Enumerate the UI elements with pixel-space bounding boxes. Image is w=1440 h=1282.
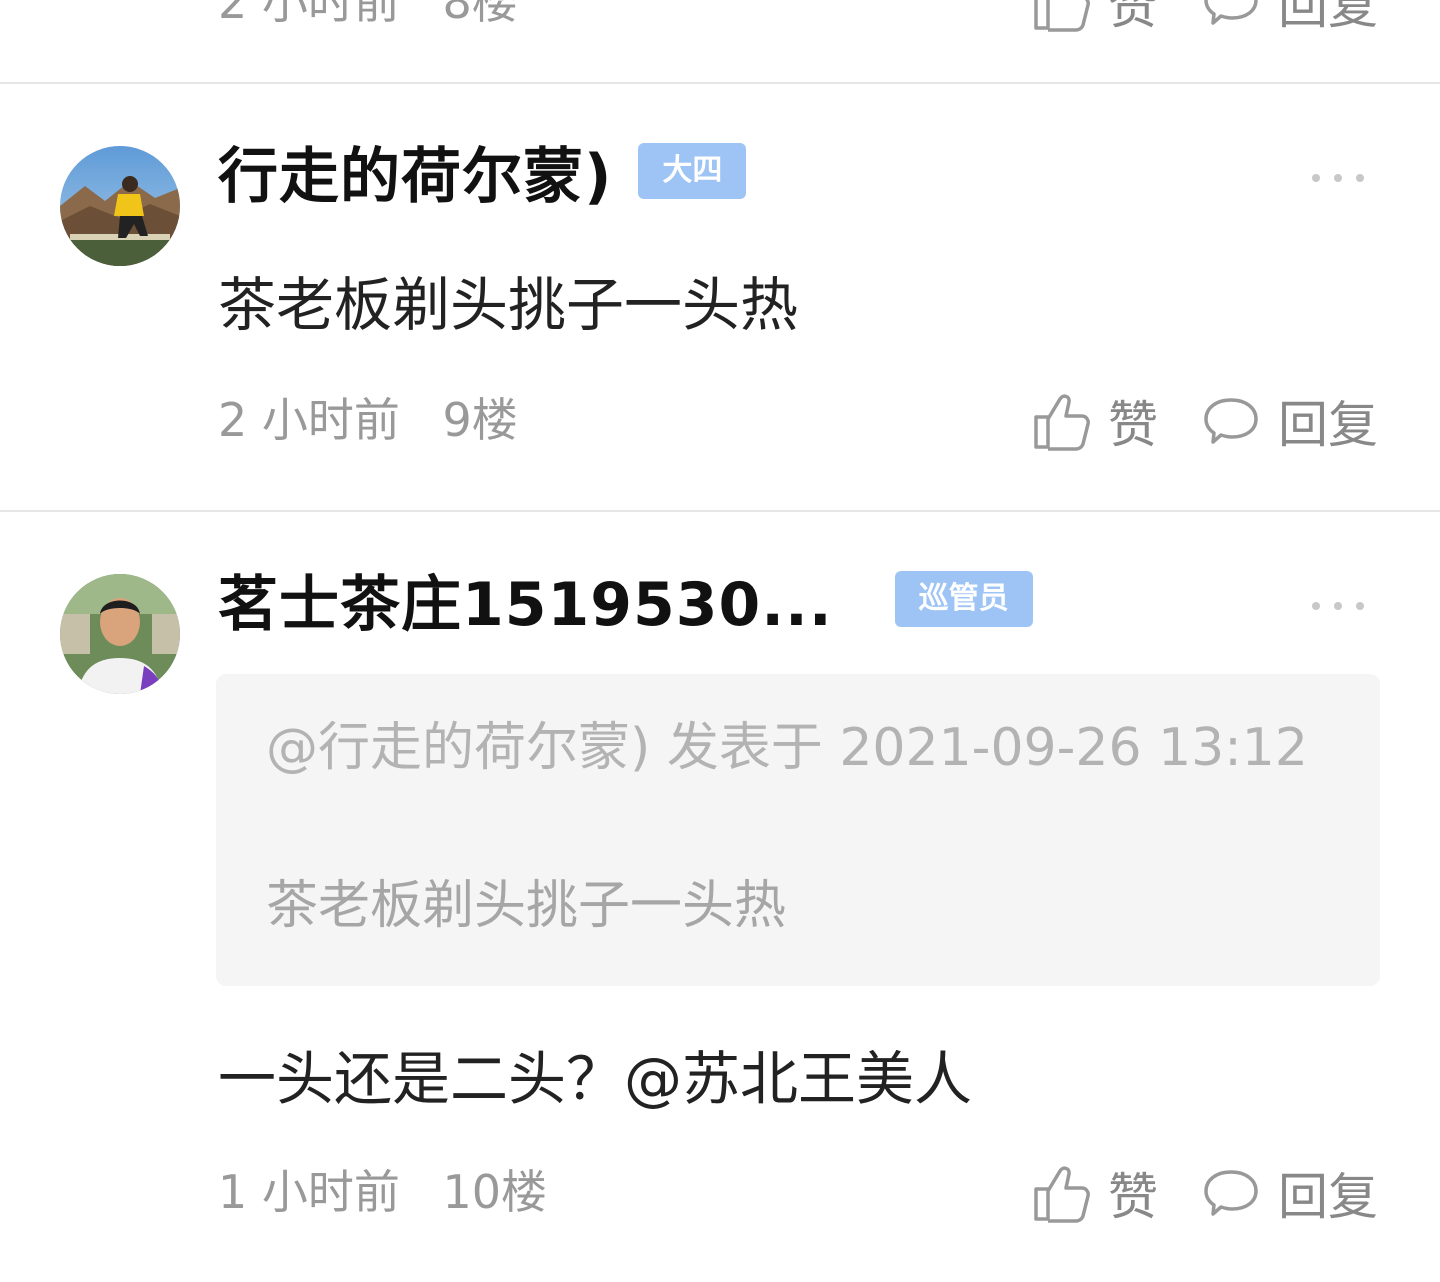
quote-text: 茶老板剃头挑子一头热 xyxy=(266,876,787,936)
reply-button[interactable]: 回复 xyxy=(1202,1157,1378,1229)
comment-thread: 2 小时前 8楼 赞 回复 行走的荷尔蒙) 大四 茶老板剃头挑子一头热 2 小时… xyxy=(0,0,1440,1282)
like-label: 赞 xyxy=(1108,1168,1158,1226)
comment-header: 茗士茶庄1519530... 巡管员 xyxy=(218,564,1033,640)
comment-time: 1 小时前 xyxy=(218,1165,400,1219)
username[interactable]: 行走的荷尔蒙) xyxy=(218,128,612,215)
comment-bubble-icon xyxy=(1204,398,1258,444)
comment-bubble-icon xyxy=(1204,0,1258,25)
thumbs-up-icon xyxy=(1034,394,1090,451)
thumbs-up-icon xyxy=(1034,1166,1090,1223)
more-options-button[interactable] xyxy=(1312,168,1364,188)
comment-time: 2 小时前 xyxy=(218,393,400,447)
more-dots-icon xyxy=(1312,602,1320,610)
more-dots-icon xyxy=(1312,174,1320,182)
comment-header: 行走的荷尔蒙) 大四 xyxy=(218,136,747,212)
comment-actions: 赞 回复 xyxy=(1032,388,1378,454)
comment-floor: 8楼 xyxy=(442,0,518,29)
thumbs-up-icon xyxy=(1034,0,1090,32)
like-label: 赞 xyxy=(1108,0,1158,35)
reply-label: 回复 xyxy=(1278,396,1378,454)
user-badge: 大四 xyxy=(638,143,747,199)
like-label: 赞 xyxy=(1108,396,1158,454)
comment-time: 2 小时前 xyxy=(218,0,400,29)
reply-label: 回复 xyxy=(1278,1168,1378,1226)
comment-content: 茶老板剃头挑子一头热 xyxy=(218,271,799,339)
reply-button[interactable]: 回复 xyxy=(1202,0,1378,38)
avatar[interactable] xyxy=(60,146,180,266)
quote-header: @行走的荷尔蒙) 发表于 2021-09-26 13:12 xyxy=(266,718,1308,778)
reply-button[interactable]: 回复 xyxy=(1202,385,1378,457)
comment-content: 一头还是二头？@苏北王美人 xyxy=(218,1045,973,1113)
comment-meta: 2 小时前 8楼 xyxy=(218,0,518,32)
comment-floor: 9楼 xyxy=(442,393,518,447)
comment-actions: 赞 回复 xyxy=(1032,1160,1378,1226)
user-badge: 巡管员 xyxy=(894,571,1033,627)
comment-item: 茗士茶庄1519530... 巡管员 @行走的荷尔蒙) 发表于 2021-09-… xyxy=(0,512,1440,1282)
username[interactable]: 茗士茶庄1519530... xyxy=(218,556,833,643)
avatar-image xyxy=(60,146,180,266)
like-button[interactable]: 赞 xyxy=(1032,1157,1158,1229)
like-button[interactable]: 赞 xyxy=(1032,385,1158,457)
comment-actions: 赞 回复 xyxy=(1032,0,1378,35)
quoted-comment[interactable]: @行走的荷尔蒙) 发表于 2021-09-26 13:12 茶老板剃头挑子一头热 xyxy=(216,674,1380,986)
avatar[interactable] xyxy=(60,574,180,694)
avatar-image xyxy=(60,574,180,694)
comment-floor: 10楼 xyxy=(442,1165,548,1219)
more-options-button[interactable] xyxy=(1312,596,1364,616)
comment-meta: 2 小时前 9楼 xyxy=(218,390,518,450)
comment-bubble-icon xyxy=(1204,1170,1258,1216)
reply-label: 回复 xyxy=(1278,0,1378,35)
like-button[interactable]: 赞 xyxy=(1032,0,1158,38)
comment-meta: 1 小时前 10楼 xyxy=(218,1162,547,1222)
comment-item: 行走的荷尔蒙) 大四 茶老板剃头挑子一头热 2 小时前 9楼 赞 回复 xyxy=(0,84,1440,510)
